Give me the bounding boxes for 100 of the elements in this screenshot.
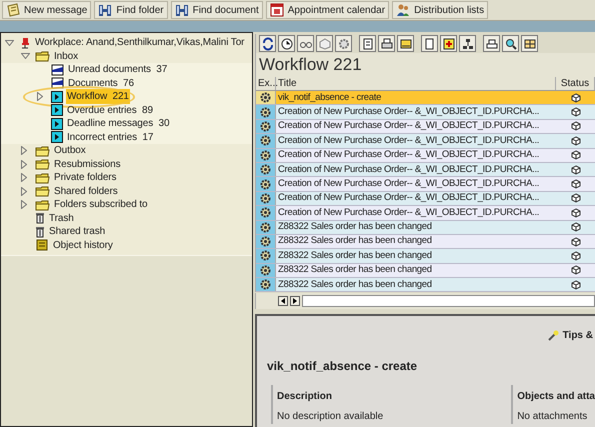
cube-icon bbox=[570, 179, 580, 190]
tips-link[interactable]: Tips & bbox=[562, 328, 593, 344]
cube-icon bbox=[570, 107, 580, 118]
toolbar-button[interactable] bbox=[397, 35, 414, 52]
gear-icon bbox=[260, 92, 271, 104]
trash-icon bbox=[35, 212, 45, 224]
folder-icon bbox=[35, 50, 50, 62]
table-cell-text: Creation of New Purchase Order-- &_WI_OBJECT_ID.PURCHA... bbox=[277, 148, 540, 162]
tree-item[interactable]: Unread documents 37 bbox=[51, 62, 170, 78]
left-arrow-icon bbox=[281, 298, 285, 304]
cube-icon bbox=[570, 265, 580, 276]
tree-item[interactable]: Workplace: Anand,Senthilkumar,Vikas,Malini Tor bbox=[19, 35, 248, 50]
collapse-triangle-icon[interactable] bbox=[5, 40, 14, 46]
expand-triangle-icon[interactable] bbox=[37, 92, 43, 102]
table-row[interactable]: Creation of New Purchase Order-- &_WI_OBJECT_ID.PURCHA... bbox=[256, 206, 595, 221]
cube-icon bbox=[570, 150, 580, 160]
cube-icon bbox=[570, 121, 580, 132]
toolbar-button[interactable] bbox=[440, 35, 457, 52]
column-header[interactable]: Title bbox=[276, 77, 556, 90]
tree-item[interactable]: Shared folders bbox=[35, 184, 121, 199]
table-cell-text: Z88322 Sales order has been changed bbox=[277, 264, 433, 278]
expand-triangle-icon[interactable] bbox=[21, 146, 27, 156]
table-row[interactable]: Z88322 Sales order has been changed bbox=[256, 278, 595, 292]
tree-item[interactable]: Overdue entries 89 bbox=[51, 102, 156, 118]
document-icon bbox=[51, 64, 64, 76]
section-heading: Objects and atta bbox=[517, 390, 595, 404]
table-cell-text: Z88322 Sales order has been changed bbox=[277, 249, 433, 263]
scroll-right-button[interactable] bbox=[290, 296, 300, 306]
tree-item[interactable]: Outbox bbox=[35, 143, 89, 158]
collapse-triangle-icon[interactable] bbox=[21, 53, 30, 60]
toolbar-button[interactable]: Find folder bbox=[94, 1, 168, 19]
toolbar-button[interactable] bbox=[421, 35, 438, 52]
people-icon bbox=[396, 3, 410, 17]
table-cell-text: vik_notif_absence - create bbox=[277, 91, 382, 104]
expand-triangle-icon[interactable] bbox=[21, 200, 27, 210]
toolbar-button[interactable] bbox=[297, 35, 314, 52]
table-row[interactable]: Creation of New Purchase Order-- &_WI_OBJECT_ID.PURCHA... bbox=[256, 177, 595, 192]
table-cell-text: Z88322 Sales order has been changed bbox=[277, 220, 433, 234]
tree-item[interactable]: Inbox bbox=[35, 48, 81, 64]
table-row[interactable]: Creation of New Purchase Order-- &_WI_OBJECT_ID.PURCHA... bbox=[256, 105, 595, 120]
expand-triangle-icon[interactable] bbox=[21, 160, 27, 169]
tree-item[interactable]: Shared trash bbox=[35, 224, 108, 240]
table-cell-text: Creation of New Purchase Order-- &_WI_OBJECT_ID.PURCHA... bbox=[277, 134, 540, 148]
toolbar-button[interactable]: New message bbox=[2, 1, 92, 19]
gear-icon bbox=[260, 178, 271, 190]
gear-icon bbox=[260, 135, 271, 146]
table-cell-text: Creation of New Purchase Order-- &_WI_OBJECT_ID.PURCHA... bbox=[277, 192, 540, 206]
expand-triangle-icon[interactable] bbox=[21, 186, 27, 196]
horizontal-scrollbar[interactable] bbox=[302, 295, 595, 308]
cube-icon bbox=[570, 136, 580, 146]
binoculars-icon bbox=[98, 3, 112, 17]
tree-item[interactable]: Deadline messages 30 bbox=[51, 116, 172, 132]
scroll-left-button[interactable] bbox=[278, 296, 288, 306]
tree-item[interactable]: Folders subscribed to bbox=[35, 197, 151, 212]
toolbar-button[interactable]: Distribution lists bbox=[392, 1, 488, 19]
tree-item[interactable]: Incorrect entries 17 bbox=[51, 130, 156, 145]
printer-icon bbox=[380, 36, 394, 50]
tree-item[interactable]: Object history bbox=[35, 238, 116, 253]
table-row[interactable]: Creation of New Purchase Order-- &_WI_OBJECT_ID.PURCHA... bbox=[256, 192, 595, 206]
toolbar-button[interactable] bbox=[278, 35, 295, 52]
toolbar-button[interactable] bbox=[259, 35, 276, 52]
gear-icon bbox=[336, 36, 350, 50]
gear-icon bbox=[260, 192, 271, 204]
column-header[interactable]: Status bbox=[556, 77, 595, 90]
toolbar-button[interactable] bbox=[521, 35, 538, 52]
table-row[interactable]: Z88322 Sales order has been changed bbox=[256, 264, 595, 278]
workflow-icon bbox=[51, 104, 63, 116]
folder-icon bbox=[35, 198, 50, 211]
tree-item[interactable]: Trash bbox=[35, 210, 77, 226]
cube-icon bbox=[570, 280, 580, 290]
table-cell-text: Creation of New Purchase Order-- &_WI_OBJECT_ID.PURCHA... bbox=[277, 206, 540, 220]
table-row[interactable]: Creation of New Purchase Order-- &_WI_OBJECT_ID.PURCHA... bbox=[256, 148, 595, 163]
cube-icon bbox=[570, 92, 580, 103]
cube-icon bbox=[570, 193, 580, 204]
workflow-icon bbox=[51, 131, 63, 144]
column-header[interactable]: Ex... bbox=[256, 77, 276, 90]
tree-item[interactable]: Documents 76 bbox=[51, 76, 137, 91]
toolbar-button[interactable] bbox=[459, 35, 476, 52]
toolbar-button[interactable]: Appointment calendar bbox=[266, 1, 390, 19]
expand-triangle-icon[interactable] bbox=[21, 173, 27, 182]
section-text: No description available bbox=[277, 410, 384, 424]
table-row[interactable]: Creation of New Purchase Order-- &_WI_OBJECT_ID.PURCHA... bbox=[256, 120, 595, 134]
cube-icon bbox=[570, 208, 580, 218]
clock-icon bbox=[280, 36, 294, 50]
table-cell-text: Creation of New Purchase Order-- &_WI_OBJECT_ID.PURCHA... bbox=[277, 162, 540, 176]
toolbar-button[interactable] bbox=[502, 35, 519, 52]
tree-item[interactable]: Resubmissions bbox=[35, 156, 124, 172]
toolbar-button[interactable] bbox=[359, 35, 376, 52]
table-row[interactable]: Z88322 Sales order has been changed bbox=[256, 234, 595, 250]
toolbar-button[interactable]: Find document bbox=[170, 1, 263, 19]
table-row[interactable]: Z88322 Sales order has been changed bbox=[256, 220, 595, 235]
table-row[interactable]: Creation of New Purchase Order-- &_WI_OBJECT_ID.PURCHA... bbox=[256, 162, 595, 178]
folder-icon bbox=[35, 158, 50, 170]
toolbar-button[interactable] bbox=[378, 35, 395, 52]
tree-item[interactable]: Private folders bbox=[35, 170, 120, 186]
table-row[interactable]: Creation of New Purchase Order-- &_WI_OBJECT_ID.PURCHA... bbox=[256, 134, 595, 149]
table-row[interactable]: Z88322 Sales order has been changed bbox=[256, 249, 595, 264]
toolbar-button[interactable] bbox=[483, 35, 500, 52]
gear-icon bbox=[260, 120, 271, 132]
table-row[interactable]: vik_notif_absence - create bbox=[256, 91, 595, 106]
